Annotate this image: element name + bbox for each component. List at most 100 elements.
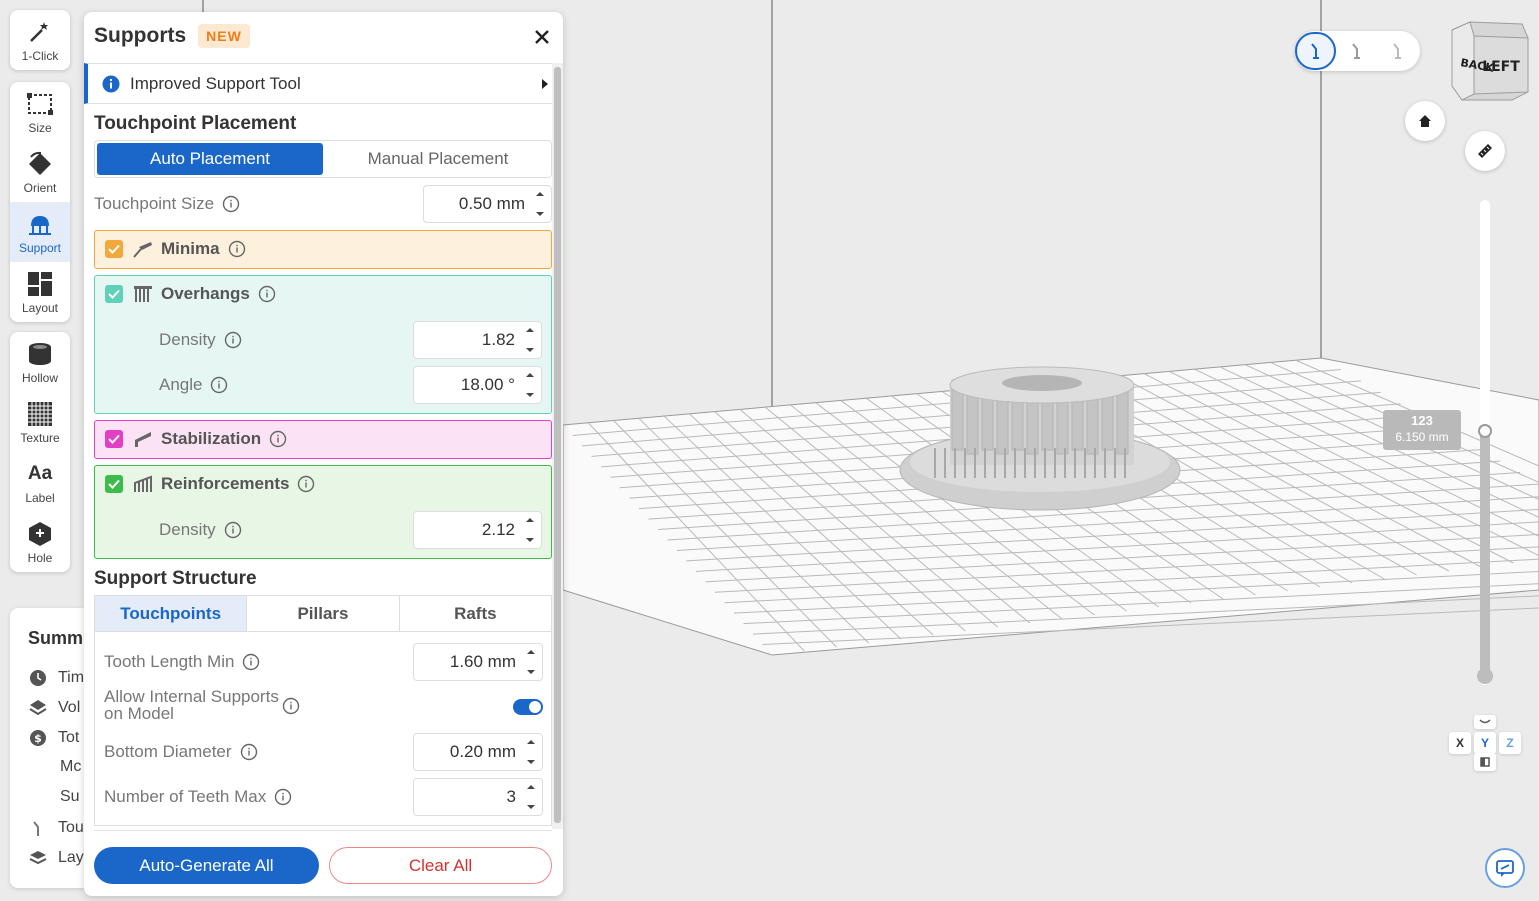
tooth-length-min-input[interactable]: 1.60 mm [413,643,543,681]
touchpoint-icon [28,818,48,838]
measure-button[interactable] [1465,131,1505,171]
tab-touchpoints[interactable]: Touchpoints [95,596,248,631]
improved-support-tool-banner[interactable]: Improved Support Tool [84,63,552,104]
bottom-diameter-input[interactable]: 0.20 mm [413,733,543,771]
placement-mode-toggle: Auto Placement Manual Placement [94,140,552,178]
stabilization-checkbox[interactable] [105,430,123,448]
footer-divider [94,830,552,831]
expand-arrow-icon [542,79,548,89]
stepper[interactable] [535,192,545,216]
info-circle-icon[interactable] [224,331,242,349]
reinforcements-row: Reinforcements [105,474,315,494]
dollar-icon: $ [28,728,48,748]
clear-all-button[interactable]: Clear All [329,847,552,884]
support-icon [26,210,54,238]
overhangs-density-input[interactable]: 1.82 [413,321,542,359]
tool-support[interactable]: Support [10,202,70,262]
allow-internal-supports-label: Allow Internal Supports on Model [104,688,279,722]
stepper[interactable] [525,518,535,542]
feedback-icon [1496,860,1514,877]
auto-placement-option[interactable]: Auto Placement [97,143,323,175]
axis-widget[interactable]: X Y Z [1445,715,1525,775]
touchpoint-size-input[interactable]: 0.50 mm [423,185,552,223]
view-mode-supports-hidden[interactable] [1377,32,1418,70]
label-text: Density [159,520,216,539]
layer-slider-handle[interactable] [1478,424,1492,438]
info-circle-icon[interactable] [258,285,276,303]
reinforcements-density-input[interactable]: 2.12 [413,511,542,549]
panel-scrollbar[interactable] [552,63,563,829]
axis-top-icon[interactable] [1474,715,1496,729]
summary-row-touchpoints: Tou [28,818,84,838]
overhangs-checkbox[interactable] [105,285,123,303]
layout-icon [26,270,54,298]
auto-generate-all-button[interactable]: Auto-Generate All [94,847,319,884]
summary-row-label: Su [60,788,80,805]
info-icon [102,75,120,92]
input-value: 0.50 mm [458,194,525,213]
info-circle-icon[interactable] [282,697,300,715]
input-value: 1.82 [481,330,515,349]
tool-label: Hollow [21,370,58,385]
tool-hole[interactable]: Hole [10,512,70,572]
close-button[interactable] [531,26,553,48]
info-circle-icon[interactable] [274,788,292,806]
summary-row-time: Tim [28,668,84,688]
tool-label: Layout [21,300,59,315]
axis-z[interactable]: Z [1499,732,1521,754]
stepper[interactable] [526,740,536,764]
axis-bottom-icon[interactable] [1474,753,1496,771]
stepper[interactable] [526,650,536,674]
tool-one-click[interactable]: 1-Click [10,10,70,70]
new-badge: NEW [198,24,250,48]
input-value: 1.60 mm [449,652,516,671]
info-circle-icon[interactable] [242,653,260,671]
info-circle-icon[interactable] [224,521,242,539]
tool-hollow[interactable]: Hollow [10,332,70,392]
tool-label[interactable]: Aa Label [10,452,70,512]
ruler-icon [1478,144,1492,158]
tool-layout[interactable]: Layout [10,262,70,322]
tool-size[interactable]: Size [10,82,70,142]
stepper[interactable] [526,785,536,809]
axis-y[interactable]: Y [1474,732,1496,754]
layer-slider-fill [1480,430,1490,680]
info-circle-icon[interactable] [222,195,240,213]
minima-checkbox[interactable] [105,240,123,258]
label-text: Tooth Length Min [104,652,235,671]
stepper[interactable] [525,328,535,352]
layer-number: 123 [1411,413,1433,428]
input-value: 0.20 mm [449,742,516,761]
home-view-button[interactable] [1405,101,1445,141]
tool-label: Support [18,240,62,255]
feedback-button[interactable] [1485,848,1525,888]
view-mode-supports[interactable] [1295,32,1336,70]
navigation-cube[interactable]: BACK LEFT [1440,20,1530,102]
orient-icon [26,150,54,178]
info-circle-icon[interactable] [269,430,287,448]
info-circle-icon[interactable] [297,475,315,493]
overhangs-angle-input[interactable]: 18.00 ° [413,366,542,404]
info-circle-icon[interactable] [228,240,246,258]
overhangs-icon [133,284,153,304]
info-circle-icon[interactable] [240,743,258,761]
info-circle-icon[interactable] [210,376,228,394]
axis-x[interactable]: X [1449,732,1471,754]
support-structure-tabs: Touchpoints Pillars Rafts [94,595,552,632]
manual-placement-option[interactable]: Manual Placement [325,141,551,177]
toolbar-group-oneclick: 1-Click [10,10,70,70]
view-mode-supports-alt[interactable] [1336,32,1377,70]
stabilization-icon [133,429,153,449]
tool-orient[interactable]: Orient [10,142,70,202]
stepper[interactable] [525,373,535,397]
reinforcements-checkbox[interactable] [105,475,123,493]
allow-internal-supports-toggle[interactable] [513,699,543,715]
tool-texture[interactable]: Texture [10,392,70,452]
layer-tooltip: 123 6.150 mm [1383,410,1461,450]
tab-rafts[interactable]: Rafts [400,596,551,631]
tab-pillars[interactable]: Pillars [247,596,400,631]
scrollbar-thumb[interactable] [554,67,561,823]
clock-icon [28,668,48,688]
number-of-teeth-max-input[interactable]: 3 [413,778,543,816]
label-text-line-2: on Model [104,704,174,723]
